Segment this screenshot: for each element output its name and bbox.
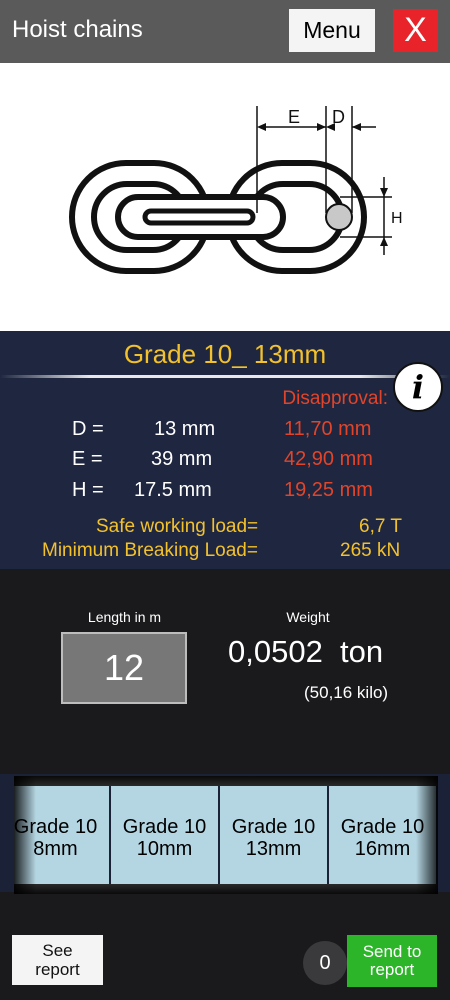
grade-option-line1: Grade 10 [231,816,316,838]
weight-kilo: (50,16 kilo) [304,683,389,702]
dim-e-disapproval: 42,90 mm [284,448,373,470]
grade-option-line1: Grade 10 [122,816,207,838]
picker-shade-top [14,776,438,786]
grade-option-line2: 10mm [136,838,193,860]
close-button[interactable]: X [393,9,438,52]
info-icon[interactable]: i [393,362,443,412]
breaking-load-label: Minimum Breaking Load= [42,540,258,561]
label-h: H [391,210,403,227]
disapproval-label: Disapproval: [282,388,388,409]
picker-fade-right [416,776,438,894]
grade-option-line2: 13mm [245,838,302,860]
dim-e-value: 39 mm [151,448,213,470]
grade-option-line1: Grade 10 [340,816,425,838]
send-line2: report [369,960,415,979]
dim-d-name: D = [72,418,104,440]
weight-label: Weight [286,609,330,625]
dim-h-disapproval: 19,25 mm [284,479,373,501]
dim-d-disapproval: 11,70 mm [284,418,372,440]
grade-option-line2: 8mm [33,838,78,860]
send-to-report-button[interactable]: Send to report [347,935,437,987]
length-label: Length in m [87,609,162,625]
grade-picker[interactable]: Grade 10 8mm Grade 10 10mm Grade 10 13mm… [14,776,438,894]
safe-load-value: 6,7 T [359,516,402,537]
dim-d-value: 13 mm [154,418,216,440]
dim-h-value: 17.5 mm [134,479,212,501]
app-title: Hoist chains [12,16,143,43]
grade-option-13mm[interactable]: Grade 10 13mm [220,786,327,890]
chain-diagram: E D H [0,63,450,331]
breaking-load-value: 265 kN [340,540,401,561]
report-count-badge: 0 [303,941,347,985]
grade-option-line2: 16mm [354,838,411,860]
weight-value: 0,0502 ton [228,634,384,669]
picker-fade-left [14,776,36,894]
picker-shade-bottom [14,884,438,894]
dim-e-name: E = [72,448,103,470]
divider [0,375,450,378]
safe-load-label: Safe working load= [96,516,259,537]
length-input[interactable]: 12 [61,632,187,704]
label-e: E [288,107,300,127]
menu-button[interactable]: Menu [289,9,375,52]
app-header: Hoist chains Menu X [0,0,450,63]
chain-link-drawing: E D H [69,106,403,274]
dim-h-name: H = [72,479,104,501]
grade-title: Grade 10_ 13mm [123,339,327,369]
grade-option-10mm[interactable]: Grade 10 10mm [111,786,218,890]
see-report-line2: report [35,960,80,979]
see-report-line1: See [42,941,73,960]
label-d: D [332,107,345,127]
see-report-button[interactable]: See report [12,935,103,985]
send-line1: Send to [362,942,422,961]
